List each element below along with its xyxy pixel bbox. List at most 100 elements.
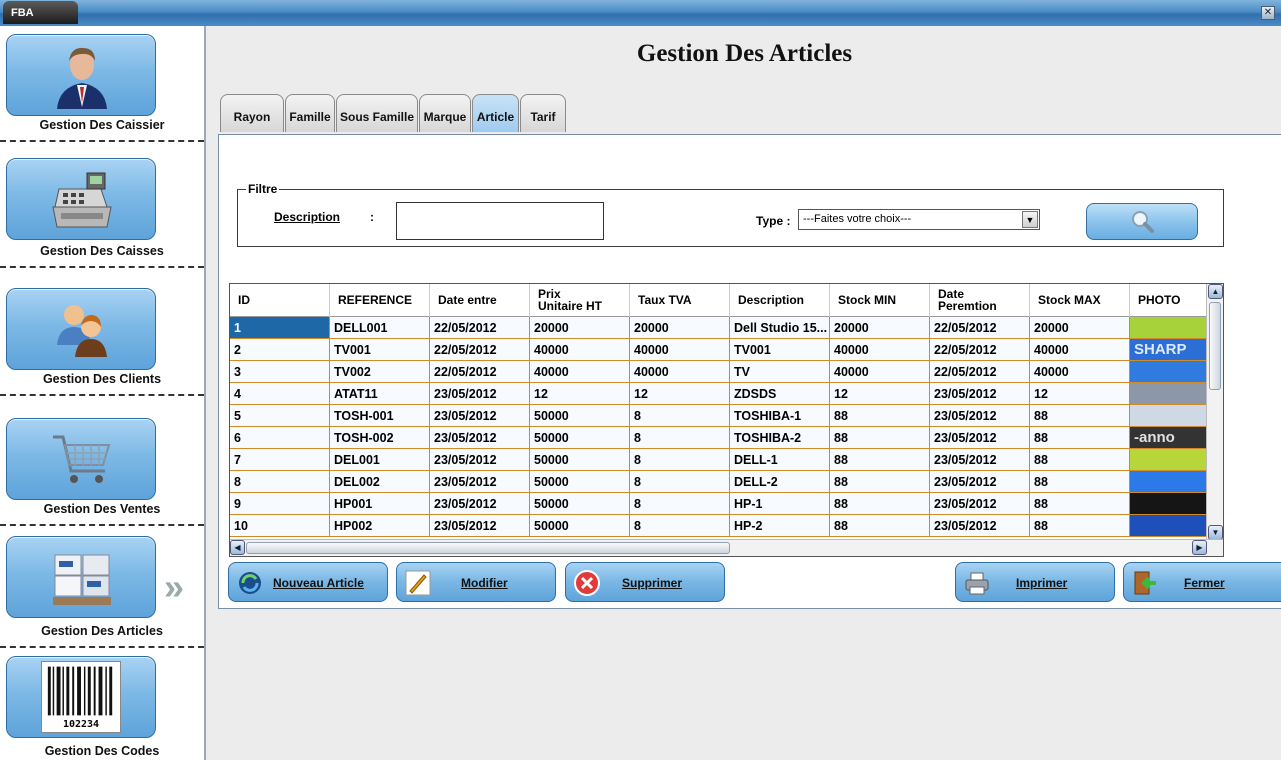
table-cell: 88 bbox=[830, 427, 930, 449]
table-row[interactable]: 6 TOSH-002 23/05/2012 50000 8 TOSHIBA-2 88 23/0… bbox=[230, 427, 1207, 449]
sidebar-item-label: Gestion Des Caisses bbox=[40, 244, 164, 258]
scroll-down-icon[interactable]: ▼ bbox=[1208, 525, 1223, 540]
table-cell: HP002 bbox=[330, 515, 430, 537]
sidebar-item-caissier[interactable]: Gestion Des Caissier bbox=[0, 34, 204, 154]
sidebar-item-codes[interactable]: 102234 Gestion Des Codes bbox=[0, 656, 204, 760]
table-cell: TV bbox=[730, 361, 830, 383]
app-tab[interactable]: FBA bbox=[3, 1, 78, 24]
button-label: Nouveau Article bbox=[273, 576, 364, 590]
table-cell: DELL-2 bbox=[730, 471, 830, 493]
sidebar-button-caisses[interactable] bbox=[6, 158, 156, 240]
table-cell: 22/05/2012 bbox=[930, 339, 1030, 361]
businessman-icon bbox=[57, 47, 107, 109]
sidebar-item-caisses[interactable]: Gestion Des Caisses bbox=[0, 158, 204, 278]
sidebar-item-ventes[interactable]: Gestion Des Ventes bbox=[0, 416, 204, 536]
tab-tarif[interactable]: Tarif bbox=[520, 94, 566, 132]
table-cell: 40000 bbox=[630, 361, 730, 383]
sidebar-button-clients[interactable] bbox=[6, 288, 156, 370]
type-select[interactable]: ---Faites votre choix--- ▼ bbox=[798, 209, 1040, 230]
table-cell: 23/05/2012 bbox=[930, 427, 1030, 449]
tab-marque[interactable]: Marque bbox=[419, 94, 471, 132]
table-cell: 22/05/2012 bbox=[930, 317, 1030, 339]
table-cell: 40000 bbox=[530, 361, 630, 383]
table-row[interactable]: 1 DELL001 22/05/2012 20000 20000 Dell Studio … bbox=[230, 317, 1207, 339]
tab-article[interactable]: Article bbox=[472, 94, 519, 132]
sidebar-button-articles[interactable] bbox=[6, 536, 156, 618]
photo-thumbnail bbox=[1130, 317, 1207, 339]
description-colon: : bbox=[370, 210, 374, 224]
photo-thumbnail bbox=[1130, 471, 1207, 493]
column-header-photo[interactable]: PHOTO bbox=[1130, 284, 1207, 317]
column-header-taux-tva[interactable]: Taux TVA bbox=[630, 284, 730, 317]
articles-table: ID REFERENCE Date entre Prix Unitaire HT… bbox=[229, 283, 1224, 557]
scroll-thumb[interactable] bbox=[246, 542, 730, 554]
table-row[interactable]: 9 HP001 23/05/2012 50000 8 HP-1 88 23/05/2012 88 bbox=[230, 493, 1207, 515]
column-header-stock-max[interactable]: Stock MAX bbox=[1030, 284, 1130, 317]
table-cell: 88 bbox=[830, 471, 930, 493]
table-row[interactable]: 7 DEL001 23/05/2012 50000 8 DELL-1 88 23/05/201… bbox=[230, 449, 1207, 471]
sidebar-button-ventes[interactable] bbox=[6, 418, 156, 500]
table-cell: 8 bbox=[630, 471, 730, 493]
table-row[interactable]: 10 HP002 23/05/2012 50000 8 HP-2 88 23/05/2012 8… bbox=[230, 515, 1207, 537]
type-select-value: ---Faites votre choix--- bbox=[803, 213, 912, 225]
photo-caption: SHARP bbox=[1134, 341, 1187, 358]
edit-button[interactable]: Modifier bbox=[396, 562, 556, 602]
search-icon bbox=[1132, 211, 1154, 233]
exit-door-icon bbox=[1134, 571, 1156, 595]
column-header-description[interactable]: Description bbox=[730, 284, 830, 317]
sidebar-button-codes[interactable]: 102234 bbox=[6, 656, 156, 738]
chevron-down-icon[interactable]: ▼ bbox=[1022, 211, 1038, 228]
delete-button[interactable]: Supprimer bbox=[565, 562, 725, 602]
table-cell: DEL001 bbox=[330, 449, 430, 471]
tab-sous-famille[interactable]: Sous Famille bbox=[336, 94, 418, 132]
new-article-button[interactable]: Nouveau Article bbox=[228, 562, 388, 602]
table-cell: 8 bbox=[630, 405, 730, 427]
pencil-icon bbox=[405, 570, 431, 596]
table-cell: 20000 bbox=[1030, 317, 1130, 339]
column-header-id[interactable]: ID bbox=[230, 284, 330, 317]
tab-rayon[interactable]: Rayon bbox=[220, 94, 284, 132]
close-window-button[interactable]: ✕ bbox=[1261, 6, 1275, 20]
search-button[interactable] bbox=[1086, 203, 1198, 240]
sidebar-button-caissier[interactable] bbox=[6, 34, 156, 116]
description-input[interactable] bbox=[396, 202, 604, 240]
table-cell: 22/05/2012 bbox=[430, 361, 530, 383]
column-header-prix[interactable]: Prix Unitaire HT bbox=[530, 284, 630, 317]
sidebar-item-clients[interactable]: Gestion Des Clients bbox=[0, 286, 204, 406]
column-header-date-entre[interactable]: Date entre bbox=[430, 284, 530, 317]
table-cell: TOSH-002 bbox=[330, 427, 430, 449]
scroll-thumb[interactable] bbox=[1209, 302, 1221, 390]
printer-icon bbox=[965, 572, 989, 595]
scroll-up-icon[interactable]: ▲ bbox=[1208, 284, 1223, 299]
table-row[interactable]: 4 ATAT11 23/05/2012 12 12 ZDSDS 12 23/05/2012 12 bbox=[230, 383, 1207, 405]
print-button[interactable]: Imprimer bbox=[955, 562, 1115, 602]
divider bbox=[0, 646, 204, 648]
tab-famille[interactable]: Famille bbox=[285, 94, 335, 132]
table-cell: HP-2 bbox=[730, 515, 830, 537]
photo-thumbnail: SHARP bbox=[1130, 339, 1207, 361]
table-cell: 40000 bbox=[830, 339, 930, 361]
table-cell: 23/05/2012 bbox=[430, 405, 530, 427]
column-header-date-peremtion[interactable]: Date Peremtion bbox=[930, 284, 1030, 317]
vertical-scrollbar[interactable]: ▲ ▼ bbox=[1206, 284, 1223, 540]
description-label: Description bbox=[274, 210, 341, 224]
table-cell: 22/05/2012 bbox=[430, 317, 530, 339]
boxes-icon bbox=[53, 554, 111, 605]
table-cell: 23/05/2012 bbox=[430, 471, 530, 493]
photo-caption: -anno bbox=[1134, 429, 1175, 446]
table-cell: 50000 bbox=[530, 405, 630, 427]
table-row[interactable]: 8 DEL002 23/05/2012 50000 8 DELL-2 88 23/05/201… bbox=[230, 471, 1207, 493]
sidebar: Gestion Des Caissier Gestion Des Caisses bbox=[0, 26, 206, 760]
refresh-icon bbox=[239, 572, 261, 594]
horizontal-scrollbar[interactable]: ◀ ▶ bbox=[230, 539, 1223, 556]
column-header-reference[interactable]: REFERENCE bbox=[330, 284, 430, 317]
table-cell: 10 bbox=[230, 515, 330, 537]
table-row[interactable]: 2 TV001 22/05/2012 40000 40000 TV001 40000 22/0… bbox=[230, 339, 1207, 361]
close-button[interactable]: Fermer bbox=[1123, 562, 1281, 602]
table-row[interactable]: 3 TV002 22/05/2012 40000 40000 TV 40000 22/05/2… bbox=[230, 361, 1207, 383]
scroll-left-icon[interactable]: ◀ bbox=[230, 540, 245, 555]
table-row[interactable]: 5 TOSH-001 23/05/2012 50000 8 TOSHIBA-1 88 23/0… bbox=[230, 405, 1207, 427]
scroll-right-icon[interactable]: ▶ bbox=[1192, 540, 1207, 555]
table-cell: 23/05/2012 bbox=[430, 449, 530, 471]
column-header-stock-min[interactable]: Stock MIN bbox=[830, 284, 930, 317]
